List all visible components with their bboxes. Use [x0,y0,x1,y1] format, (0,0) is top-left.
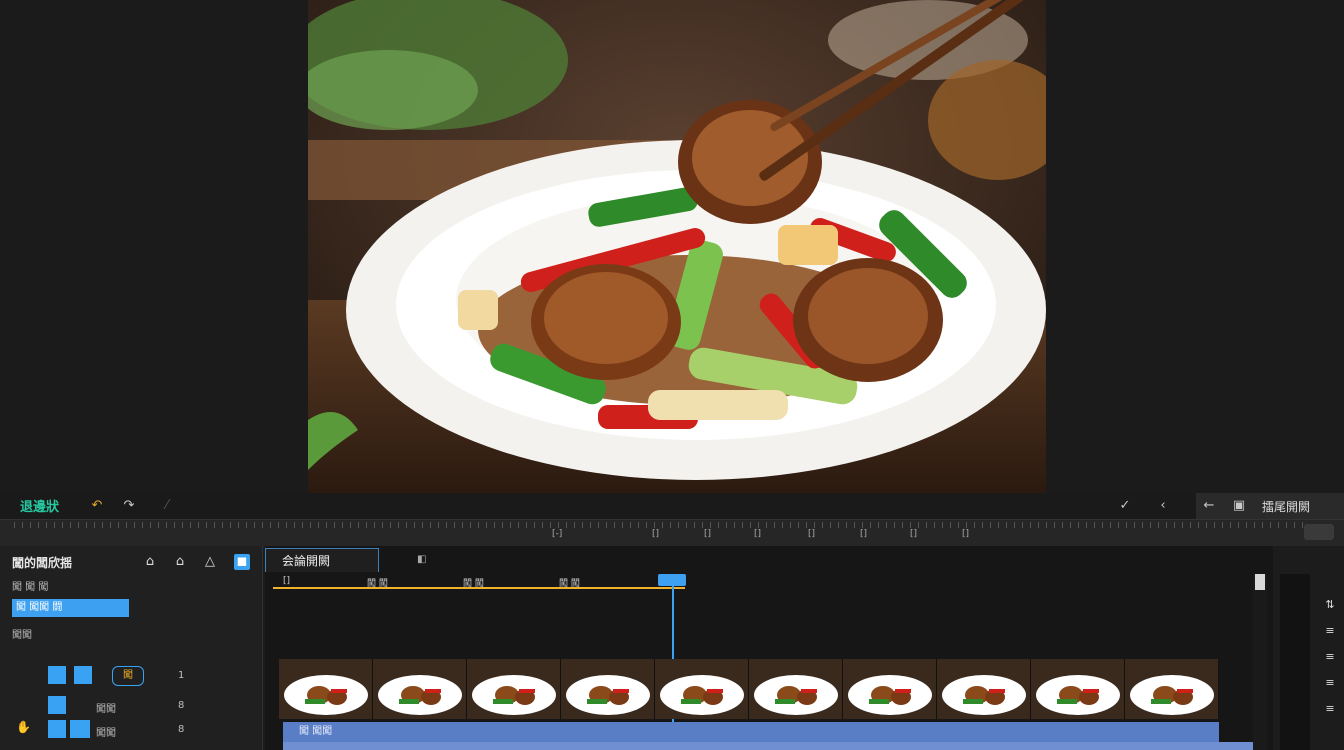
shield-icon[interactable]: ⌂ [172,554,188,570]
timeline-ruler[interactable]: [-] [] [] [] [] [] [] [] [0,519,1344,547]
ruler-label: [-] [552,529,563,539]
clip-thumbnail[interactable] [467,659,561,719]
track-panel: 闖的闆欣揺 ⌂ ⌂ △ ◼ 闖 闖 闖 闖 闖闖 闘 闖闖 闖 1 闖闖 8 闖… [0,546,263,750]
ruler-label: [] [754,529,762,539]
track-label[interactable]: 闖闖 [96,724,116,739]
right-sidebar: ⇅ ≡ ≡ ≡ ≡ [1273,546,1344,750]
scrollbar-thumb[interactable] [1255,574,1265,590]
hand-icon: ✋ [16,720,31,734]
panel-row[interactable]: 闖 闖 闖 [12,578,48,593]
track-label[interactable]: 闖闖 [96,700,116,715]
preview-viewer [0,0,1344,493]
playhead-handle[interactable] [658,574,686,586]
redo-icon[interactable]: ↷ [120,497,138,515]
list-icon[interactable]: ≡ [1321,702,1339,718]
check-icon[interactable]: ✓ [1116,497,1134,515]
export-panel: ← ▣ 擂尾開闕 [1196,493,1344,519]
track-value: 1 [178,670,185,681]
undo-icon[interactable]: ↶ [88,497,106,515]
clip-thumbnail[interactable] [373,659,467,719]
slash-icon[interactable]: ⁄ [158,497,176,515]
clip-thumbnail[interactable] [1031,659,1125,719]
export-label: 擂尾開闕 [1262,500,1311,514]
ruler-label: [] [704,529,712,539]
track-value: 8 [178,724,185,735]
timeline-marker: [] [283,576,291,586]
panel-row[interactable]: 闖闖 [12,626,32,641]
track-label[interactable]: 闖 [112,666,144,686]
clip-thumbnail[interactable] [749,659,843,719]
audio-clip[interactable]: 闖 闖闖 [283,722,1219,742]
back-arrow-icon[interactable]: ← [1200,497,1218,515]
track-toggle[interactable] [48,720,66,738]
ruler-label: [] [910,529,918,539]
clip-thumbnail[interactable] [279,659,373,719]
bell-icon[interactable]: △ [202,554,218,570]
sort-icon[interactable]: ⇅ [1321,598,1339,614]
export-icon[interactable]: ▣ [1230,497,1248,515]
food-dish-image [308,0,1046,493]
ruler-label: [] [808,529,816,539]
list-icon[interactable]: ≡ [1321,676,1339,692]
list-icon[interactable]: ≡ [1321,624,1339,640]
clip-thumbnail[interactable] [937,659,1031,719]
track-toggle[interactable] [74,666,92,684]
clip-thumbnail[interactable] [1125,659,1219,719]
audio-clip-lower[interactable] [283,742,1255,750]
panel-title: 闖的闆欣揺 [12,556,73,570]
timeline-scrollbar[interactable] [1253,574,1267,750]
track-toggle[interactable] [48,666,66,684]
zoom-toggle[interactable] [1304,524,1334,540]
selected-row[interactable]: 闖 闖闖 闘 [12,599,129,617]
track-toggle[interactable] [70,720,90,738]
app-brand: 退邊狀 [20,500,60,515]
clip-thumbnail[interactable] [561,659,655,719]
editor-toolbar: 退邊狀 ↶ ↷ ⁄ ✓ ‹ ← ▣ 擂尾開闕 [0,493,1344,519]
ruler-label: [] [652,529,660,539]
work-area-bar[interactable] [273,587,685,589]
track-value: 8 [178,700,185,711]
clip-thumbnail[interactable] [843,659,937,719]
video-track[interactable] [279,659,1219,719]
level-meter [1280,574,1310,750]
preview-image [308,0,1046,493]
track-toggle[interactable] [48,696,66,714]
settings-icon[interactable]: ◼ [234,554,250,570]
home-icon[interactable]: ⌂ [142,554,158,570]
ruler-ticks [14,522,1304,528]
clip-thumbnail[interactable] [655,659,749,719]
list-icon[interactable]: ≡ [1321,650,1339,666]
ruler-label: [] [860,529,868,539]
ruler-label: [] [962,529,970,539]
timeline-area[interactable]: 会論開闕 ◧ [] 闖 闖 闖 闖 闖 闖 闖 闖闖 [265,546,1273,750]
film-icon[interactable]: ◧ [417,554,426,565]
close-icon[interactable]: ‹ [1154,497,1172,515]
tab-composition[interactable]: 会論開闕 [265,548,379,572]
